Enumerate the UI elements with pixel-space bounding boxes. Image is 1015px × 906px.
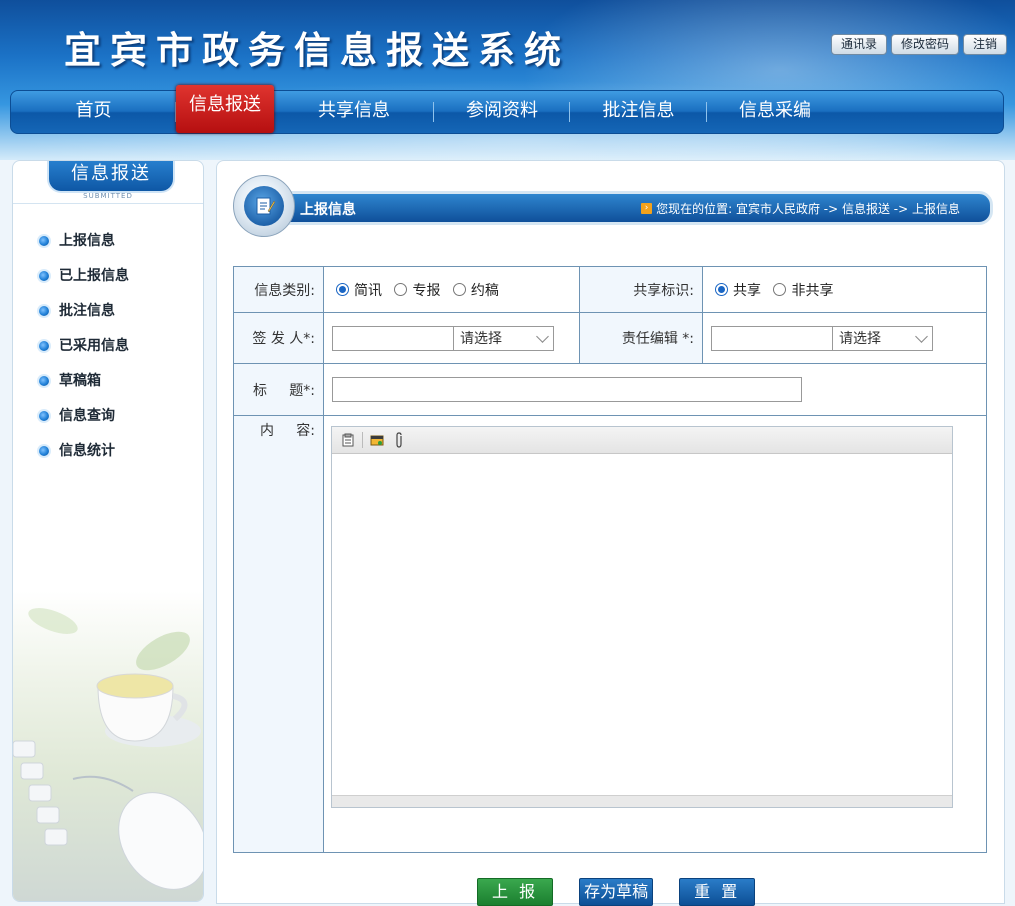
arrow-right-icon: › — [641, 203, 653, 214]
signer-cell: 请选择 — [323, 312, 580, 364]
sidebar-item-search[interactable]: 信息查询 — [39, 404, 129, 439]
sidebar-item-adopted-info[interactable]: 已采用信息 — [39, 334, 129, 369]
page-title-bar: 上报信息 › 您现在的位置: 宜宾市人民政府 -> 信息报送 -> 上报信息 — [237, 191, 993, 225]
bullet-icon — [39, 271, 49, 281]
change-password-link[interactable]: 修改密码 — [890, 34, 959, 55]
bullet-icon — [39, 306, 49, 316]
title-cell — [323, 363, 987, 416]
sidebar-divider — [13, 203, 203, 204]
page-title: 上报信息 — [300, 202, 356, 218]
sidebar-menu: 上报信息 已上报信息 批注信息 已采用信息 草稿箱 信息查询 信息统计 — [39, 229, 129, 474]
bullet-icon — [39, 411, 49, 421]
tea-and-keyboard-illustration — [13, 608, 203, 890]
editor-input[interactable] — [711, 325, 833, 351]
sidebar-item-submit-info[interactable]: 上报信息 — [39, 229, 129, 264]
sidebar: 信息报送 SUBMITTED 上报信息 已上报信息 批注信息 已采用信息 草稿箱… — [12, 160, 204, 902]
category-option-brief[interactable]: 简讯 — [336, 282, 382, 299]
sidebar-item-label: 信息统计 — [59, 443, 115, 459]
share-option-shared[interactable]: 共享 — [715, 282, 761, 299]
bullet-icon — [39, 376, 49, 386]
signer-label: 签 发 人*: — [233, 312, 324, 364]
category-option-special[interactable]: 专报 — [394, 282, 441, 299]
signer-select[interactable]: 请选择 — [454, 325, 554, 351]
sidebar-item-label: 草稿箱 — [59, 373, 101, 389]
option-label: 共享 — [733, 282, 761, 299]
share-label: 共享标识: — [579, 266, 703, 313]
title-input[interactable] — [332, 377, 802, 402]
editor-select[interactable]: 请选择 — [833, 325, 933, 351]
title-label: 标 题*: — [233, 363, 324, 416]
breadcrumb: › 您现在的位置: 宜宾市人民政府 -> 信息报送 -> 上报信息 — [641, 200, 960, 217]
sidebar-item-label: 上报信息 — [59, 233, 115, 249]
sidebar-title: 信息报送 — [47, 161, 175, 193]
radio-icon — [773, 282, 787, 296]
radio-icon — [452, 282, 466, 296]
sidebar-item-submitted-info[interactable]: 已上报信息 — [39, 264, 129, 299]
page-icon-badge — [233, 175, 295, 237]
category-option-commission[interactable]: 约稿 — [452, 282, 499, 299]
signer-input[interactable] — [332, 325, 454, 351]
notepad-icon — [244, 186, 284, 226]
nav-item-annotations[interactable]: 批注信息 — [570, 91, 707, 133]
option-label: 非共享 — [791, 282, 834, 299]
option-label: 专报 — [412, 282, 441, 299]
main-panel: 上报信息 › 您现在的位置: 宜宾市人民政府 -> 信息报送 -> 上报信息 信… — [216, 160, 1005, 906]
radio-icon — [336, 282, 349, 296]
editor-label: 责任编辑 *: — [579, 312, 703, 364]
content-label: 内 容: — [233, 415, 324, 853]
sidebar-item-statistics[interactable]: 信息统计 — [39, 439, 129, 474]
editor-cell: 请选择 — [702, 312, 987, 364]
chevron-down-icon — [915, 329, 928, 343]
bullet-icon — [39, 446, 49, 456]
nav-item-collect-edit[interactable]: 信息采编 — [707, 91, 843, 133]
paste-icon[interactable] — [340, 432, 356, 448]
category-options: 简讯 专报 约稿 — [323, 266, 580, 313]
editor-toolbar — [332, 427, 952, 454]
select-value: 请选择 — [839, 331, 881, 347]
radio-icon — [715, 282, 728, 296]
chevron-down-icon — [536, 329, 549, 343]
option-label: 简讯 — [354, 282, 382, 299]
editor-resize-bar[interactable] — [332, 795, 952, 807]
sidebar-item-label: 已上报信息 — [59, 268, 129, 284]
sidebar-item-label: 批注信息 — [59, 303, 115, 319]
select-value: 请选择 — [460, 331, 502, 347]
share-options: 共享 非共享 — [702, 266, 987, 313]
nav-item-info-submit[interactable]: 信息报送 — [176, 85, 274, 133]
nav-item-home[interactable]: 首页 — [11, 91, 176, 133]
option-label: 约稿 — [470, 282, 499, 299]
toolbar-divider — [362, 432, 363, 448]
contacts-link[interactable]: 通讯录 — [830, 34, 887, 55]
breadcrumb-text: 您现在的位置: 宜宾市人民政府 -> 信息报送 -> 上报信息 — [656, 202, 960, 216]
sidebar-decorative-image — [13, 591, 203, 901]
bullet-icon — [39, 236, 49, 246]
sidebar-item-label: 信息查询 — [59, 408, 115, 424]
top-links: 通讯录 修改密码 注销 — [830, 34, 1007, 55]
image-icon[interactable] — [369, 432, 385, 448]
rich-text-editor — [331, 426, 953, 808]
header: 宜宾市政务信息报送系统 通讯录 修改密码 注销 — [0, 0, 1015, 160]
share-option-not-shared[interactable]: 非共享 — [773, 282, 834, 299]
category-label: 信息类别: — [233, 266, 324, 313]
sidebar-subtitle: SUBMITTED — [83, 192, 133, 200]
sidebar-item-label: 已采用信息 — [59, 338, 129, 354]
nav-item-reference[interactable]: 参阅资料 — [434, 91, 570, 133]
bullet-icon — [39, 341, 49, 351]
nav-item-shared-info[interactable]: 共享信息 — [274, 91, 434, 133]
logout-link[interactable]: 注销 — [962, 34, 1007, 55]
sidebar-item-annotations[interactable]: 批注信息 — [39, 299, 129, 334]
attachment-icon[interactable] — [391, 432, 407, 448]
radio-icon — [394, 282, 408, 296]
site-title: 宜宾市政务信息报送系统 — [64, 28, 570, 72]
sidebar-item-drafts[interactable]: 草稿箱 — [39, 369, 129, 404]
main-nav: 首页 信息报送 共享信息 参阅资料 批注信息 信息采编 — [10, 85, 1004, 134]
